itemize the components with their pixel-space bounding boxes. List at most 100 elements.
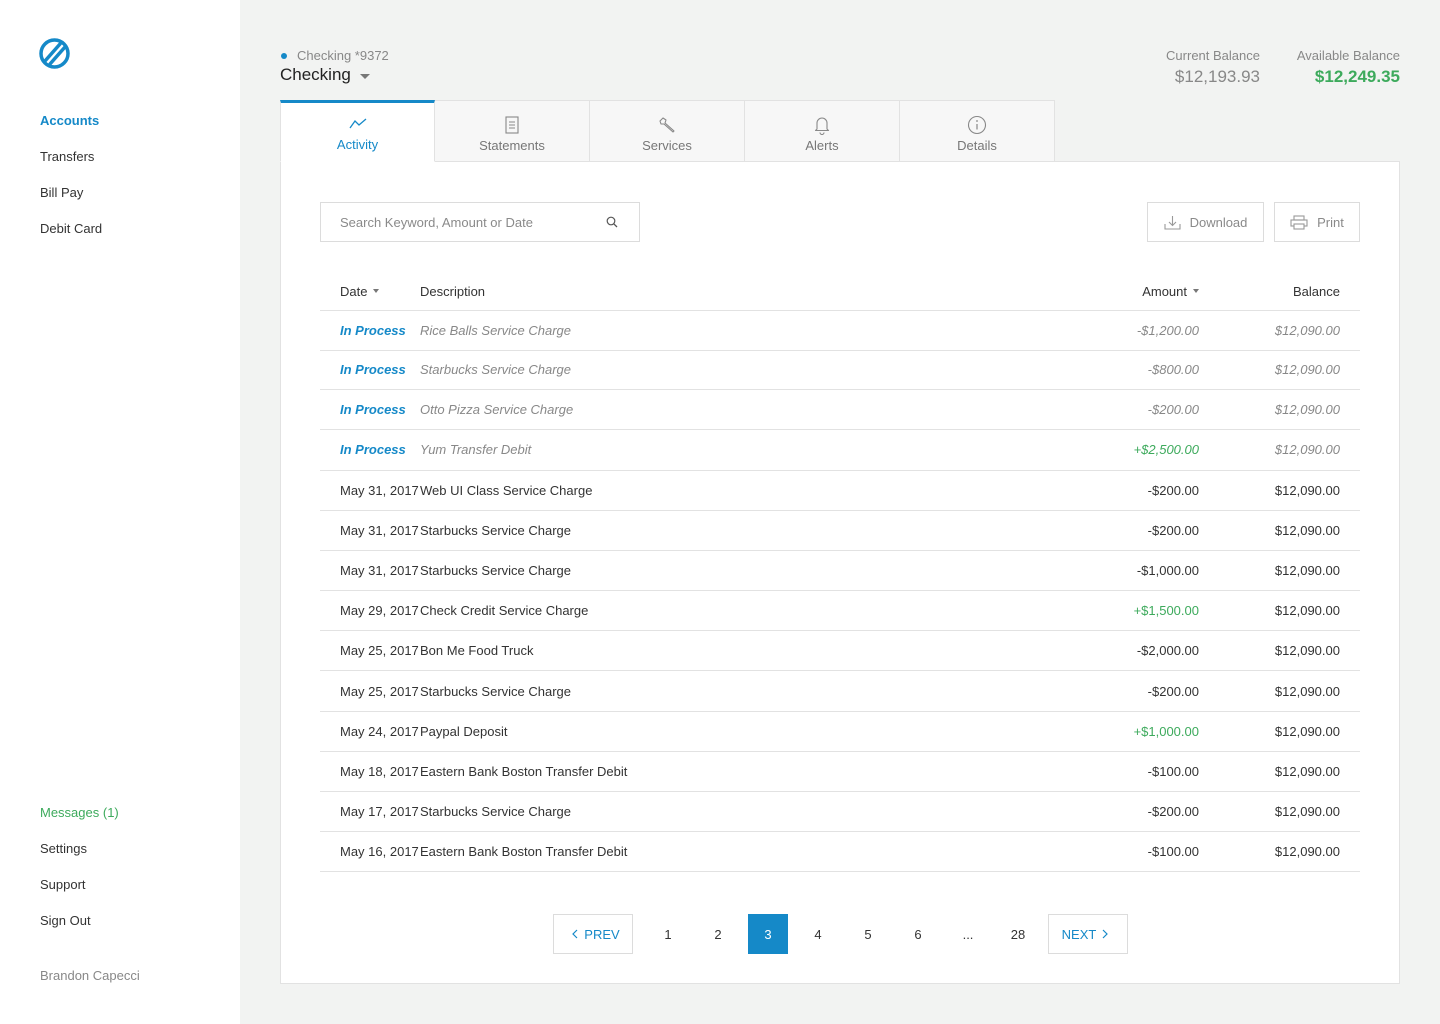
tab-statements[interactable]: Statements xyxy=(435,100,590,162)
pending-transaction-row[interactable]: In Process Otto Pizza Service Charge -$2… xyxy=(320,390,1360,430)
activity-icon xyxy=(348,114,368,134)
transaction-balance: $12,090.00 xyxy=(1274,603,1340,619)
download-label: Download xyxy=(1189,214,1248,230)
next-label: NEXT xyxy=(1061,926,1097,942)
nav-item-transfers[interactable]: Transfers xyxy=(40,148,102,184)
nav-item-debit-card[interactable]: Debit Card xyxy=(40,220,102,256)
transaction-date: May 18, 2017 xyxy=(340,763,419,779)
transaction-amount: -$2,000.00 xyxy=(1136,643,1199,659)
transaction-description: Check Credit Service Charge xyxy=(420,603,589,619)
transaction-date: May 29, 2017 xyxy=(340,603,419,619)
available-balance-label: Available Balance xyxy=(1296,48,1400,63)
transaction-balance: $12,090.00 xyxy=(1274,442,1340,457)
tab-services[interactable]: Services xyxy=(590,100,745,162)
transaction-amount: +$2,500.00 xyxy=(1133,442,1199,457)
transaction-row[interactable]: May 17, 2017 Starbucks Service Charge -$… xyxy=(320,792,1360,833)
transaction-amount: +$1,000.00 xyxy=(1133,723,1199,739)
page-number[interactable]: 28 xyxy=(998,914,1038,954)
transaction-description: Rice Balls Service Charge xyxy=(420,322,572,338)
tab-alerts[interactable]: Alerts xyxy=(745,100,900,162)
chevron-left-icon xyxy=(572,929,578,939)
table-header: Date Description Amount Balance xyxy=(320,272,1360,311)
page-number[interactable]: 1 xyxy=(648,914,688,954)
wrench-icon xyxy=(657,115,677,135)
activity-panel: Download Print Date Description Amount B… xyxy=(280,161,1400,984)
transaction-description: Yum Transfer Debit xyxy=(420,442,532,457)
transaction-row[interactable]: May 18, 2017 Eastern Bank Boston Transfe… xyxy=(320,752,1360,792)
bank-logo-icon[interactable] xyxy=(39,38,70,69)
date-header-label: Date xyxy=(340,283,368,299)
transaction-balance: $12,090.00 xyxy=(1274,522,1340,538)
nav-item-settings[interactable]: Settings xyxy=(40,840,119,876)
transaction-row[interactable]: May 31, 2017 Starbucks Service Charge -$… xyxy=(320,551,1360,592)
transaction-amount: -$200.00 xyxy=(1147,401,1199,417)
sort-caret-icon xyxy=(373,289,380,293)
page-ellipsis: ... xyxy=(962,926,974,942)
transaction-row[interactable]: May 25, 2017 Starbucks Service Charge -$… xyxy=(320,671,1360,712)
search-box xyxy=(320,202,640,242)
transaction-description: Otto Pizza Service Charge xyxy=(420,401,574,417)
balance-column-header: Balance xyxy=(1293,283,1340,299)
pending-transaction-row[interactable]: In Process Yum Transfer Debit +$2,500.00… xyxy=(320,430,1360,471)
download-icon xyxy=(1164,215,1181,230)
page-number[interactable]: 4 xyxy=(798,914,838,954)
transaction-amount: -$200.00 xyxy=(1147,804,1199,820)
transaction-row[interactable]: May 31, 2017 Web UI Class Service Charge… xyxy=(320,471,1360,511)
nav-item-support[interactable]: Support xyxy=(40,876,119,912)
nav-item-accounts[interactable]: Accounts xyxy=(40,112,102,148)
tab-label: Services xyxy=(642,138,692,153)
status-dot-icon xyxy=(281,52,287,59)
date-column-header[interactable]: Date xyxy=(320,284,420,299)
search-input[interactable] xyxy=(340,214,604,230)
document-icon xyxy=(502,115,522,135)
download-button[interactable]: Download xyxy=(1147,202,1264,242)
account-title: Checking xyxy=(280,65,351,84)
page-number[interactable]: 2 xyxy=(698,914,738,954)
transaction-row[interactable]: May 25, 2017 Bon Me Food Truck -$2,000.0… xyxy=(320,631,1360,672)
print-button[interactable]: Print xyxy=(1274,202,1360,242)
transaction-balance: $12,090.00 xyxy=(1274,482,1340,498)
transaction-row[interactable]: May 16, 2017 Eastern Bank Boston Transfe… xyxy=(320,832,1360,873)
transaction-amount: -$800.00 xyxy=(1147,362,1199,378)
search-icon[interactable] xyxy=(604,214,620,230)
transaction-balance: $12,090.00 xyxy=(1274,844,1340,860)
nav-item-sign-out[interactable]: Sign Out xyxy=(40,912,119,948)
transaction-row[interactable]: May 31, 2017 Starbucks Service Charge -$… xyxy=(320,511,1360,551)
transaction-balance: $12,090.00 xyxy=(1274,401,1340,417)
transaction-description: Bon Me Food Truck xyxy=(420,643,534,659)
transaction-balance: $12,090.00 xyxy=(1274,643,1340,659)
tab-activity[interactable]: Activity xyxy=(280,100,435,162)
bell-icon xyxy=(812,115,832,135)
prev-page-button[interactable]: PREV xyxy=(553,914,633,954)
tab-details[interactable]: Details xyxy=(900,100,1055,162)
next-page-button[interactable]: NEXT xyxy=(1048,914,1128,954)
sidebar: Accounts Transfers Bill Pay Debit Card M… xyxy=(0,0,240,1024)
transaction-row[interactable]: May 29, 2017 Check Credit Service Charge… xyxy=(320,591,1360,632)
transaction-balance: $12,090.00 xyxy=(1274,804,1340,820)
caret-down-icon xyxy=(359,73,370,79)
amount-column-header[interactable]: Amount xyxy=(1060,284,1200,299)
account-selector[interactable]: Checking xyxy=(280,65,370,85)
transaction-date: May 25, 2017 xyxy=(340,643,419,659)
nav-item-messages[interactable]: Messages (1) xyxy=(40,804,119,840)
page-number-current[interactable]: 3 xyxy=(748,914,788,954)
transaction-amount: +$1,500.00 xyxy=(1133,603,1199,619)
transaction-amount: -$1,000.00 xyxy=(1136,562,1199,578)
transaction-row[interactable]: May 24, 2017 Paypal Deposit +$1,000.00 $… xyxy=(320,712,1360,752)
transaction-date: May 31, 2017 xyxy=(340,482,419,498)
pending-transaction-row[interactable]: In Process Rice Balls Service Charge -$1… xyxy=(320,311,1360,351)
nav-item-bill-pay[interactable]: Bill Pay xyxy=(40,184,102,220)
print-label: Print xyxy=(1317,214,1344,230)
user-name: Brandon Capecci xyxy=(40,968,140,983)
prev-label: PREV xyxy=(584,926,620,942)
transaction-amount: -$200.00 xyxy=(1147,482,1199,498)
transaction-description: Starbucks Service Charge xyxy=(420,522,572,538)
transaction-description: Eastern Bank Boston Transfer Debit xyxy=(420,844,628,860)
pending-transaction-row[interactable]: In Process Starbucks Service Charge -$80… xyxy=(320,351,1360,390)
page-number[interactable]: 6 xyxy=(898,914,938,954)
transaction-date: May 25, 2017 xyxy=(340,683,419,699)
page-number[interactable]: 5 xyxy=(848,914,888,954)
info-icon xyxy=(967,115,987,135)
tab-label: Statements xyxy=(479,138,545,153)
available-balance-value: $12,249.35 xyxy=(1314,67,1400,86)
